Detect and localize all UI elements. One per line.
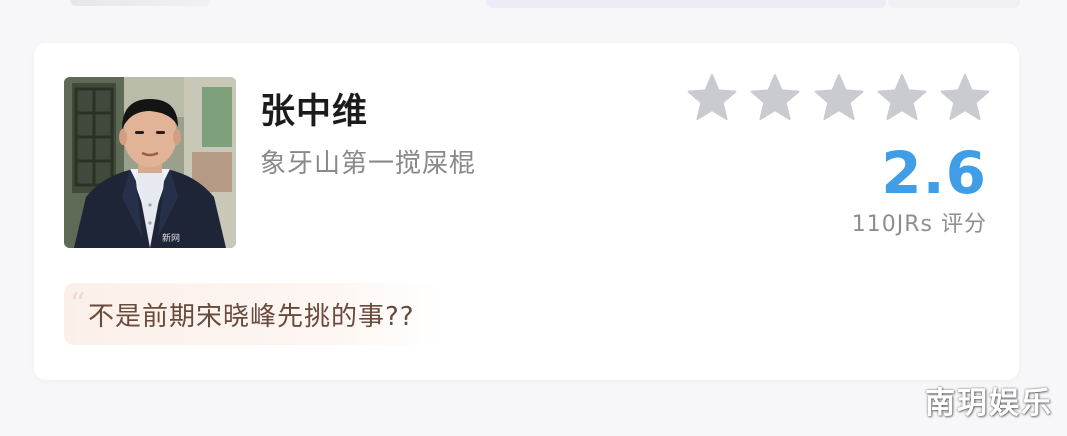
star-rating[interactable] <box>686 73 991 125</box>
previous-card-remnant <box>70 0 210 6</box>
star-icon[interactable] <box>813 73 865 125</box>
previous-card-bar-right <box>888 0 1020 8</box>
quote-icon: “ <box>70 287 86 322</box>
watermark: 南玥娱乐 <box>925 386 1053 421</box>
avatar-caption: 新网 <box>162 234 181 244</box>
avatar[interactable]: 新网 <box>64 77 236 248</box>
top-comment[interactable]: “ 不是前期宋晓峰先挑的事?? <box>64 283 439 345</box>
rating-count: 110JRs 评分 <box>851 212 987 237</box>
person-name: 张中维 <box>260 92 369 132</box>
star-icon[interactable] <box>686 73 738 125</box>
screen: 新网 张中维 象牙山第一搅屎棍 2.6 110JRs 评分 “ 不是前期宋晓峰先… <box>0 0 1067 436</box>
average-score: 2.6 <box>881 139 987 207</box>
star-icon[interactable] <box>876 73 928 125</box>
star-icon[interactable] <box>749 73 801 125</box>
person-subtitle: 象牙山第一搅屎棍 <box>260 149 477 179</box>
star-icon[interactable] <box>939 73 991 125</box>
avatar-photo <box>64 77 236 248</box>
rating-card[interactable]: 新网 张中维 象牙山第一搅屎棍 2.6 110JRs 评分 “ 不是前期宋晓峰先… <box>34 43 1019 380</box>
previous-card-bar <box>486 0 886 8</box>
comment-text: 不是前期宋晓峰先挑的事?? <box>88 301 415 332</box>
